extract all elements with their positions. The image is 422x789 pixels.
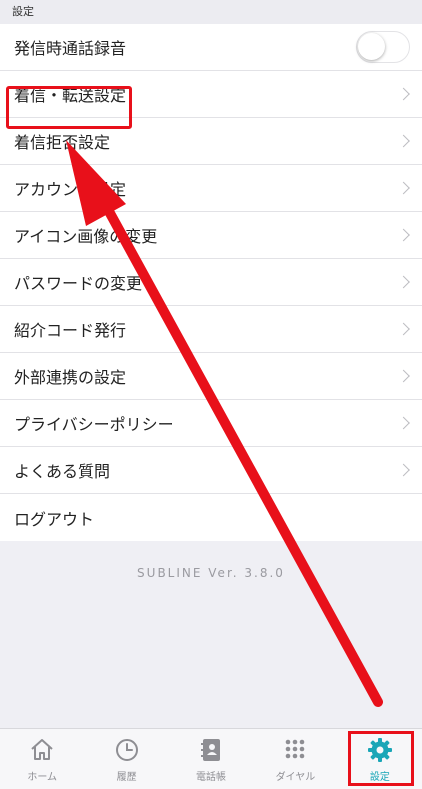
setting-logout[interactable]: ログアウト bbox=[0, 494, 422, 541]
setting-referral-code[interactable]: 紹介コード発行 bbox=[0, 306, 422, 353]
clock-icon bbox=[115, 739, 138, 761]
setting-label: プライバシーポリシー bbox=[14, 415, 174, 434]
tab-dial[interactable]: ダイヤル bbox=[253, 729, 337, 789]
chevron-right-icon bbox=[397, 369, 410, 383]
chevron-right-icon bbox=[397, 463, 410, 477]
setting-label: 発信時通話録音 bbox=[14, 39, 127, 58]
settings-screen: 設定 発信時通話録音 着信・転送設定 着信拒否設定 アカウント設定 アイコン画像… bbox=[0, 0, 422, 789]
tab-label: ホーム bbox=[27, 772, 58, 783]
app-version: SUBLINE Ver. 3.8.0 bbox=[137, 566, 285, 580]
annotation-highlight-settings-tab bbox=[348, 731, 414, 786]
tab-contacts[interactable]: 電話帳 bbox=[169, 729, 253, 789]
setting-faq[interactable]: よくある質問 bbox=[0, 447, 422, 494]
call-recording-toggle[interactable] bbox=[356, 31, 410, 63]
tab-label: 電話帳 bbox=[196, 772, 227, 783]
setting-call-recording[interactable]: 発信時通話録音 bbox=[0, 24, 422, 71]
chevron-right-icon bbox=[397, 134, 410, 148]
setting-icon-image[interactable]: アイコン画像の変更 bbox=[0, 212, 422, 259]
contacts-book-icon bbox=[201, 739, 221, 761]
setting-label: よくある質問 bbox=[14, 462, 111, 481]
setting-external-integration[interactable]: 外部連携の設定 bbox=[0, 353, 422, 400]
setting-label: 着信拒否設定 bbox=[14, 133, 111, 152]
chevron-right-icon bbox=[397, 275, 410, 289]
chevron-right-icon bbox=[397, 228, 410, 242]
home-icon bbox=[31, 739, 53, 760]
dialpad-icon bbox=[286, 739, 305, 759]
setting-password[interactable]: パスワードの変更 bbox=[0, 259, 422, 306]
setting-label: パスワードの変更 bbox=[14, 274, 143, 293]
tab-history[interactable]: 履歴 bbox=[84, 729, 168, 789]
setting-label: 紹介コード発行 bbox=[14, 321, 127, 340]
setting-label: 外部連携の設定 bbox=[14, 368, 127, 387]
tab-label: ダイヤル bbox=[275, 772, 316, 783]
chevron-right-icon bbox=[397, 322, 410, 336]
toggle-knob bbox=[358, 33, 385, 60]
setting-label: アイコン画像の変更 bbox=[14, 227, 158, 246]
tab-home[interactable]: ホーム bbox=[0, 729, 84, 789]
chevron-right-icon bbox=[397, 416, 410, 430]
tab-label: 履歴 bbox=[116, 772, 137, 783]
chevron-right-icon bbox=[397, 87, 410, 101]
chevron-right-icon bbox=[397, 181, 410, 195]
setting-privacy-policy[interactable]: プライバシーポリシー bbox=[0, 400, 422, 447]
setting-label: ログアウト bbox=[14, 509, 95, 529]
annotation-highlight-incoming-forwarding bbox=[6, 86, 132, 129]
setting-label: アカウント設定 bbox=[14, 180, 127, 199]
section-header: 設定 bbox=[0, 0, 422, 24]
setting-account[interactable]: アカウント設定 bbox=[0, 165, 422, 212]
